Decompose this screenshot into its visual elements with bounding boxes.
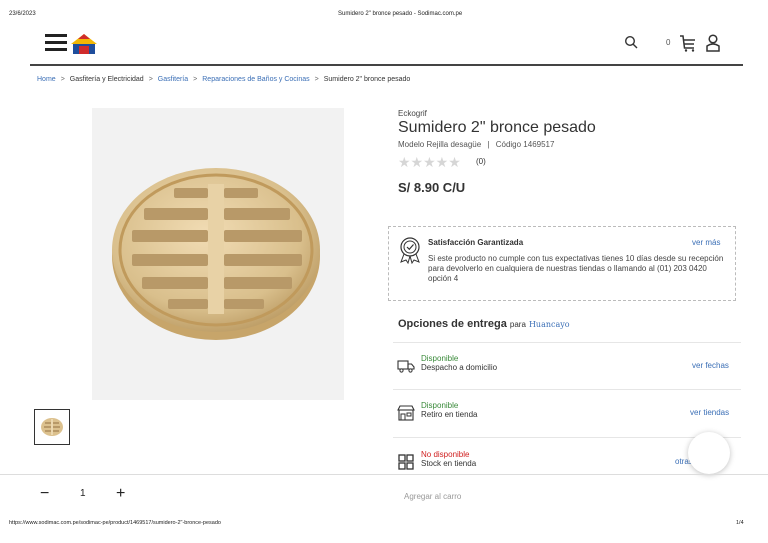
chevron-right-icon: >	[193, 76, 198, 83]
cart-count: 0	[666, 38, 671, 47]
print-footer-page: 1/4	[736, 520, 744, 526]
stock-status: No disponible	[421, 450, 470, 459]
chevron-right-icon: >	[60, 76, 65, 83]
user-icon[interactable]	[706, 34, 720, 52]
truck-icon	[397, 359, 415, 373]
rating-stars[interactable]: ★★★★★	[398, 154, 461, 171]
quantity-increase-button[interactable]: +	[116, 485, 125, 503]
chevron-right-icon: >	[314, 76, 319, 83]
chevron-right-icon: >	[148, 76, 153, 83]
delivery-title: Opciones de entrega	[398, 318, 507, 330]
guarantee-badge-icon	[398, 236, 422, 265]
breadcrumb-gasfiteria[interactable]: Gasfitería	[158, 76, 188, 83]
store-icon	[397, 405, 415, 421]
quantity-decrease-button[interactable]: −	[40, 485, 49, 503]
divider	[393, 437, 741, 438]
delivery-city-link[interactable]: Huancayo	[529, 320, 570, 329]
delivery-store-status: Disponible	[421, 401, 459, 410]
breadcrumb-home[interactable]: Home	[37, 76, 56, 83]
divider	[393, 342, 741, 343]
guarantee-text: Si este producto no cumple con tus expec…	[428, 254, 724, 283]
delivery-para: para	[509, 320, 526, 329]
delivery-store-link[interactable]: ver tiendas	[690, 408, 729, 417]
breadcrumb-reparaciones[interactable]: Reparaciones de Baños y Cocinas	[202, 76, 309, 83]
delivery-home-status: Disponible	[421, 354, 459, 363]
search-icon[interactable]	[624, 35, 638, 49]
floating-chat-button[interactable]	[688, 432, 730, 474]
breadcrumb-gasfiteria-electricidad[interactable]: Gasfitería y Electricidad	[70, 76, 144, 83]
product-price: S/ 8.90 C/U	[398, 180, 466, 195]
quantity-stepper: − 1 +	[34, 485, 134, 507]
product-title: Sumidero 2" bronce pesado	[398, 119, 596, 136]
product-thumbnail[interactable]	[34, 409, 70, 445]
breadcrumb-current: Sumidero 2" bronce pesado	[323, 76, 411, 83]
stock-label: Stock en tienda	[421, 459, 477, 468]
menu-icon[interactable]	[45, 34, 67, 52]
quantity-value[interactable]: 1	[80, 488, 86, 499]
store-logo[interactable]	[70, 33, 98, 55]
rating-count: (0)	[476, 157, 486, 166]
guarantee-title: Satisfacción Garantizada	[428, 238, 524, 247]
print-footer-url: https://www.sodimac.com.pe/sodimac-pe/pr…	[9, 520, 221, 526]
product-model: Modelo Rejilla desagüe	[398, 140, 482, 149]
divider	[393, 389, 741, 390]
product-meta: Modelo Rejilla desagüe | Código 1469517	[398, 140, 554, 149]
add-to-cart-button[interactable]: Agregar al carro	[404, 492, 461, 501]
bottom-bar-divider	[0, 474, 768, 475]
header-divider	[30, 64, 743, 66]
delivery-home-link[interactable]: ver fechas	[692, 361, 729, 370]
print-page-title: Sumidero 2" bronce pesado - Sodimac.com.…	[338, 11, 463, 17]
cart-icon[interactable]	[679, 34, 697, 52]
guarantee-more-link[interactable]: ver más	[692, 238, 720, 247]
product-code: Código 1469517	[495, 140, 555, 149]
breadcrumb: Home > Gasfitería y Electricidad > Gasfiterí…	[37, 76, 410, 83]
product-image[interactable]	[92, 108, 344, 400]
delivery-home-label: Despacho a domicilio	[421, 363, 498, 372]
delivery-store-label: Retiro en tienda	[421, 410, 478, 419]
print-date: 23/6/2023	[9, 11, 36, 17]
delivery-options-heading: Opciones de entrega para Huancayo	[398, 318, 570, 330]
grid-stock-icon	[398, 454, 414, 470]
product-brand[interactable]: Eckogrif	[398, 109, 427, 118]
meta-separator: |	[487, 140, 490, 149]
